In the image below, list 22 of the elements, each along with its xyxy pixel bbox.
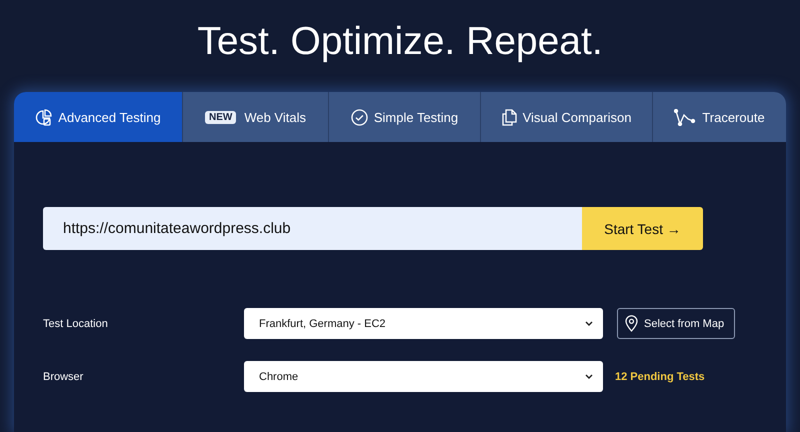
setting-label: Test Location [43,318,109,330]
chevron-icon [585,321,593,326]
documents-icon [502,108,517,126]
route-icon [674,108,696,126]
tab[interactable]: Advanced Testing [14,92,182,142]
dropdown[interactable]: Chrome [244,361,603,392]
new-badge: NEW [204,110,236,124]
location-pin-icon [625,315,638,332]
tab[interactable]: Traceroute [652,92,786,142]
setting-label: Browser [43,370,84,382]
url-field[interactable]: https://comunitateawordpress.club [43,207,582,250]
tab[interactable]: Visual Comparison [480,92,652,142]
start-test-button[interactable]: Start Test → [582,207,703,250]
tab[interactable]: NEW Web Vitals [182,92,328,142]
tab[interactable]: Simple Testing [328,92,480,142]
headline: Test. Optimize. Repeat. [197,20,603,64]
dropdown[interactable]: Frankfurt, Germany - EC2 [244,308,603,339]
check-circle-icon [350,108,368,126]
chevron-icon [585,374,593,379]
select-from-map-button[interactable]: Select from Map [617,308,736,339]
pie-chart-icon [35,108,52,126]
pending-tests-count: 12 Pending Tests [615,370,705,382]
